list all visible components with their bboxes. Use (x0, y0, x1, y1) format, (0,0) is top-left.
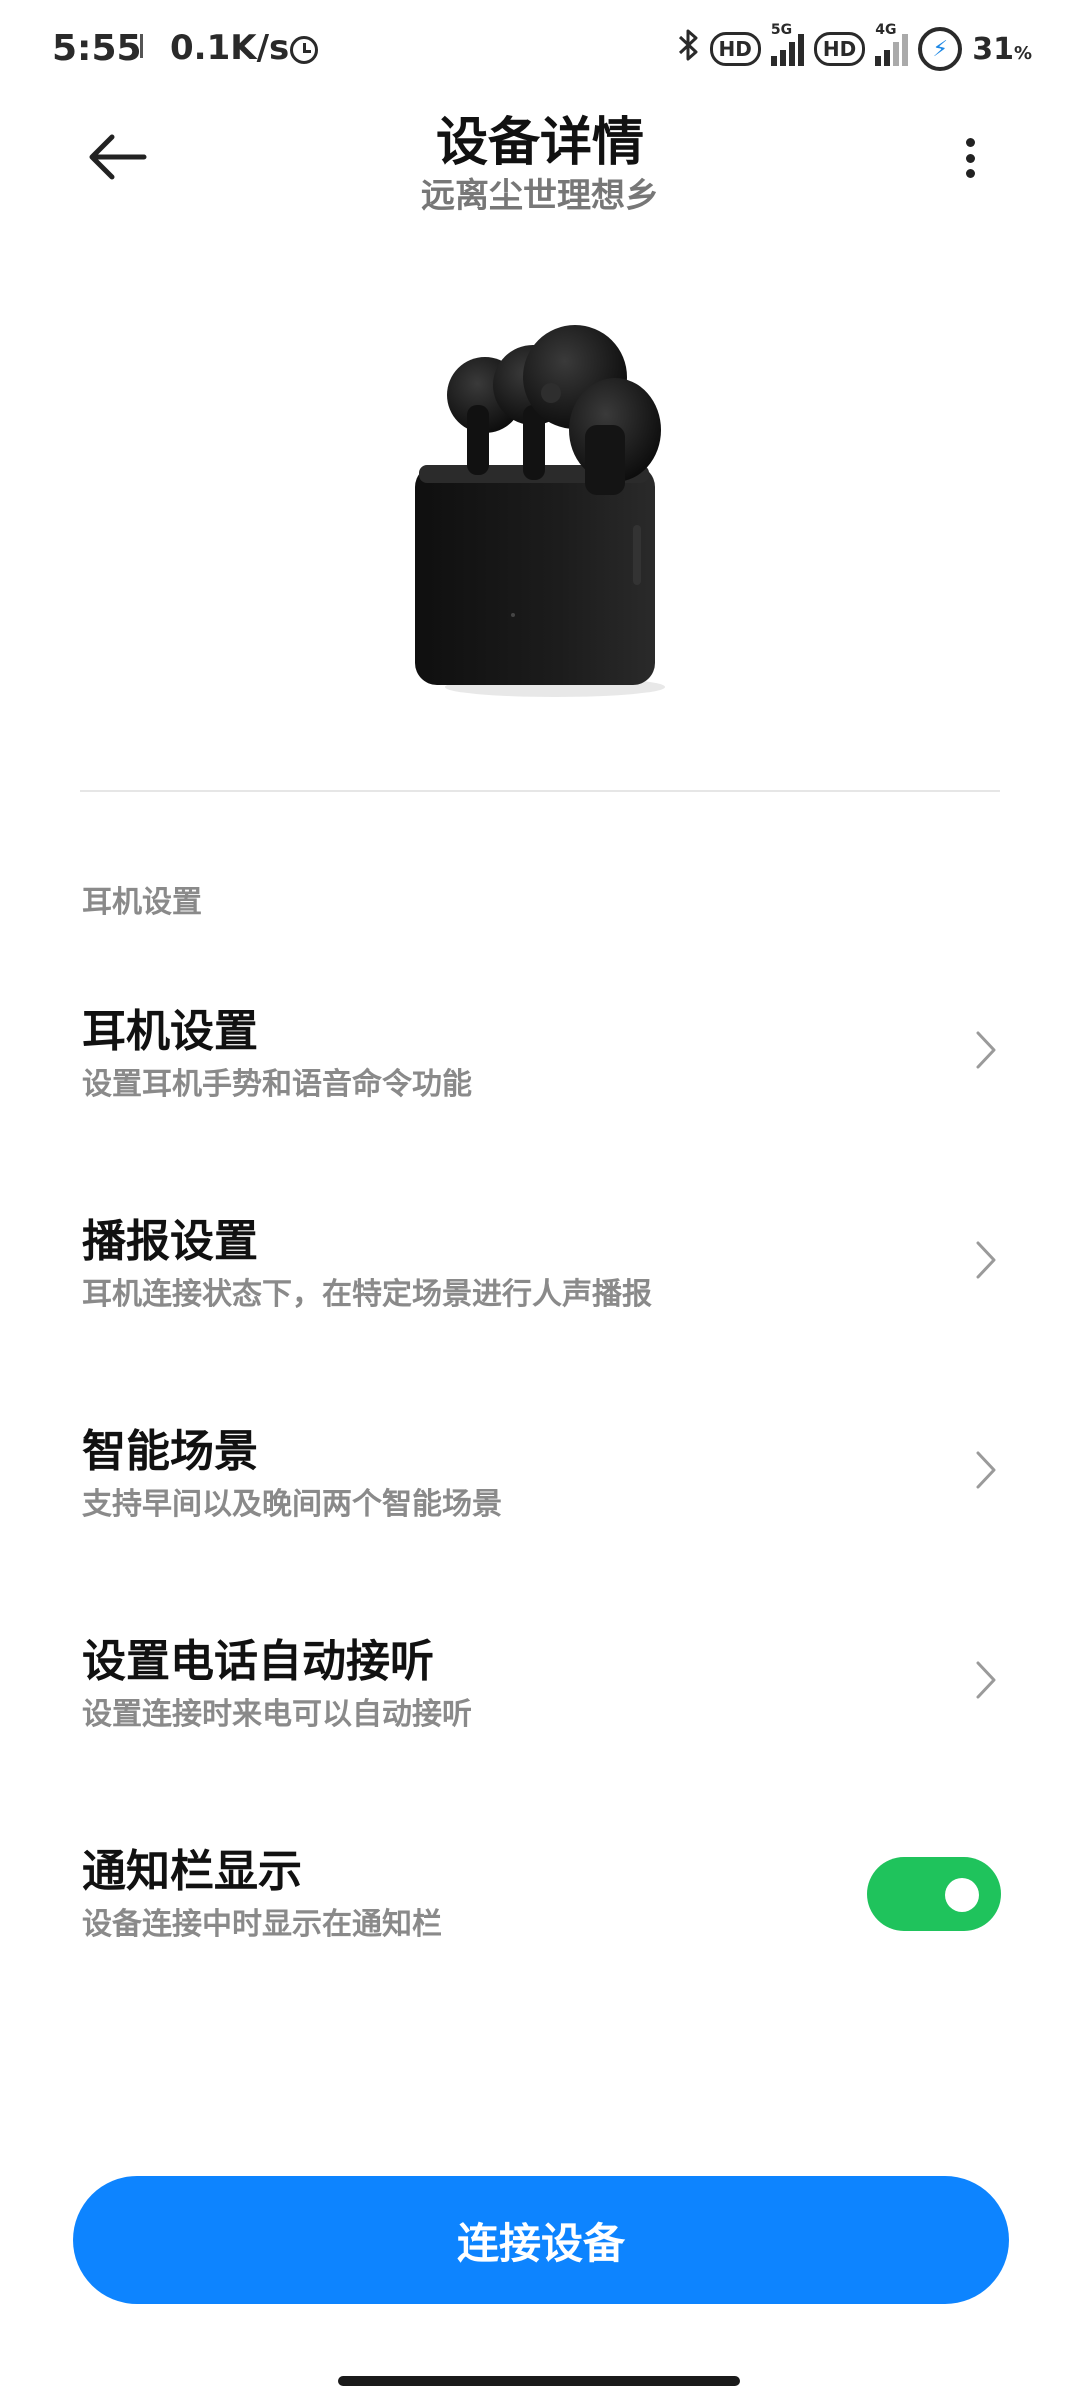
chevron-right-icon (976, 1451, 996, 1489)
row-subtitle: 支持早间以及晚间两个智能场景 (82, 1487, 502, 1522)
row-subtitle: 耳机连接状态下，在特定场景进行人声播报 (82, 1277, 652, 1312)
chevron-right-icon (976, 1661, 996, 1699)
battery-percent: 31% (972, 31, 1032, 67)
row-title: 通知栏显示 (82, 1846, 302, 1897)
status-bar: 5:55 0.1K/s HD 5G HD 4G ⚡ 31% (0, 0, 1080, 100)
row-title: 设置电话自动接听 (82, 1636, 434, 1687)
status-network-speed: 0.1K/s (170, 28, 290, 68)
section-label: 耳机设置 (82, 885, 202, 920)
status-separator (140, 34, 143, 58)
notification-bar-toggle[interactable] (867, 1857, 1001, 1931)
row-title: 智能场景 (82, 1426, 258, 1477)
row-auto-answer[interactable]: 设置电话自动接听 设置连接时来电可以自动接听 (0, 1625, 1080, 1825)
hd-voice-badge: HD (709, 32, 761, 66)
page-subtitle: 远离尘世理想乡 (421, 176, 659, 216)
row-smart-scenes[interactable]: 智能场景 支持早间以及晚间两个智能场景 (0, 1415, 1080, 1615)
page-title: 设备详情 (435, 113, 644, 173)
chevron-right-icon (976, 1031, 996, 1069)
earbuds-product-image (405, 315, 715, 715)
hd-voice-badge-2: HD (813, 32, 866, 66)
row-subtitle: 设置连接时来电可以自动接听 (82, 1697, 472, 1732)
network-4g-label: 4G (875, 22, 897, 38)
bluetooth-icon (678, 28, 700, 70)
clock-icon (290, 36, 318, 64)
row-earbud-settings[interactable]: 耳机设置 设置耳机手势和语音命令功能 (0, 995, 1080, 1195)
device-details-screen: 5:55 0.1K/s HD 5G HD 4G ⚡ 31% 设备详情 远离尘世理… (0, 0, 1080, 2400)
row-subtitle: 设备连接中时显示在通知栏 (82, 1907, 442, 1942)
connect-device-button[interactable]: 连接设备 (73, 2176, 1009, 2304)
toggle-knob (945, 1878, 979, 1912)
status-time: 5:55 (52, 28, 142, 69)
row-broadcast-settings[interactable]: 播报设置 耳机连接状态下，在特定场景进行人声播报 (0, 1205, 1080, 1405)
signal-5g-icon: 5G (770, 22, 804, 66)
status-icons: HD 5G HD 4G ⚡ 31% (678, 22, 1032, 74)
home-indicator[interactable] (338, 2376, 740, 2386)
more-vertical-icon[interactable] (955, 132, 985, 184)
row-subtitle: 设置耳机手势和语音命令功能 (82, 1067, 472, 1102)
battery-charging-icon: ⚡ (918, 27, 963, 71)
signal-4g-icon: 4G (875, 22, 909, 66)
row-title: 播报设置 (82, 1216, 258, 1267)
divider (80, 790, 1000, 792)
network-5g-label: 5G (770, 22, 793, 38)
chevron-right-icon (976, 1241, 996, 1279)
row-title: 耳机设置 (82, 1006, 258, 1057)
